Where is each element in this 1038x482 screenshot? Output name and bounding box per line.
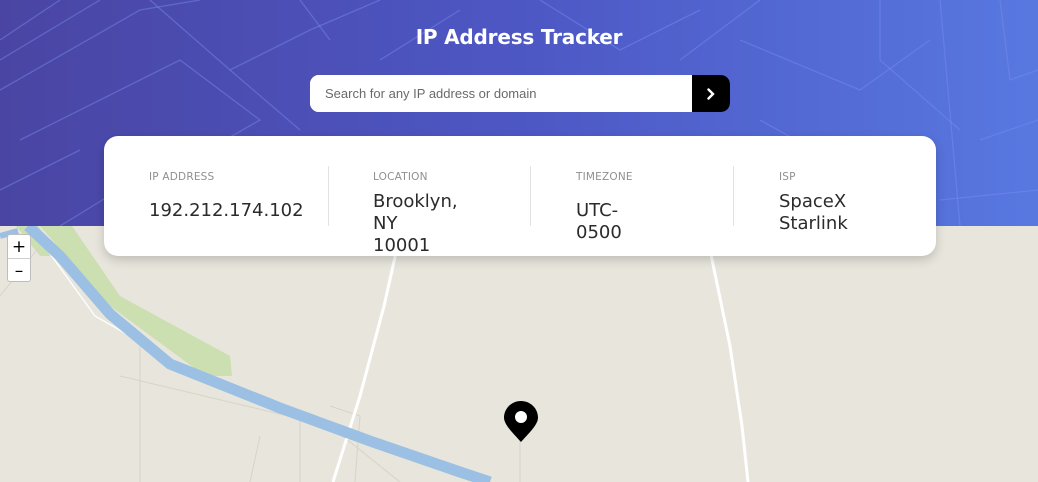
timezone-label: TIMEZONE bbox=[576, 171, 633, 183]
zoom-control: + – bbox=[7, 234, 31, 282]
location-value-line1: Brooklyn, NY bbox=[373, 191, 458, 234]
divider bbox=[733, 166, 734, 226]
ip-address-label: IP ADDRESS bbox=[149, 171, 215, 183]
divider bbox=[530, 166, 531, 226]
isp-value-line2: Starlink bbox=[779, 213, 848, 234]
isp-label: ISP bbox=[779, 171, 796, 183]
page-title: IP Address Tracker bbox=[415, 25, 623, 49]
search-bar bbox=[310, 75, 730, 112]
timezone-value: UTC-0500 bbox=[576, 200, 622, 243]
ip-info-card: IP ADDRESS 192.212.174.102 LOCATION Broo… bbox=[104, 136, 936, 256]
isp-value: SpaceX Starlink bbox=[779, 191, 848, 235]
zoom-in-button[interactable]: + bbox=[8, 235, 30, 258]
ip-address-value: 192.212.174.102 bbox=[149, 200, 304, 221]
chevron-right-icon bbox=[707, 87, 715, 100]
divider bbox=[328, 166, 329, 226]
search-input[interactable] bbox=[310, 75, 692, 112]
location-label: LOCATION bbox=[373, 171, 428, 183]
search-submit-button[interactable] bbox=[692, 75, 730, 112]
location-value: Brooklyn, NY 10001 bbox=[373, 191, 458, 257]
location-pin-icon[interactable] bbox=[504, 401, 538, 447]
isp-value-line1: SpaceX bbox=[779, 191, 847, 212]
location-value-line2: 10001 bbox=[373, 235, 431, 256]
zoom-out-button[interactable]: – bbox=[8, 258, 30, 282]
